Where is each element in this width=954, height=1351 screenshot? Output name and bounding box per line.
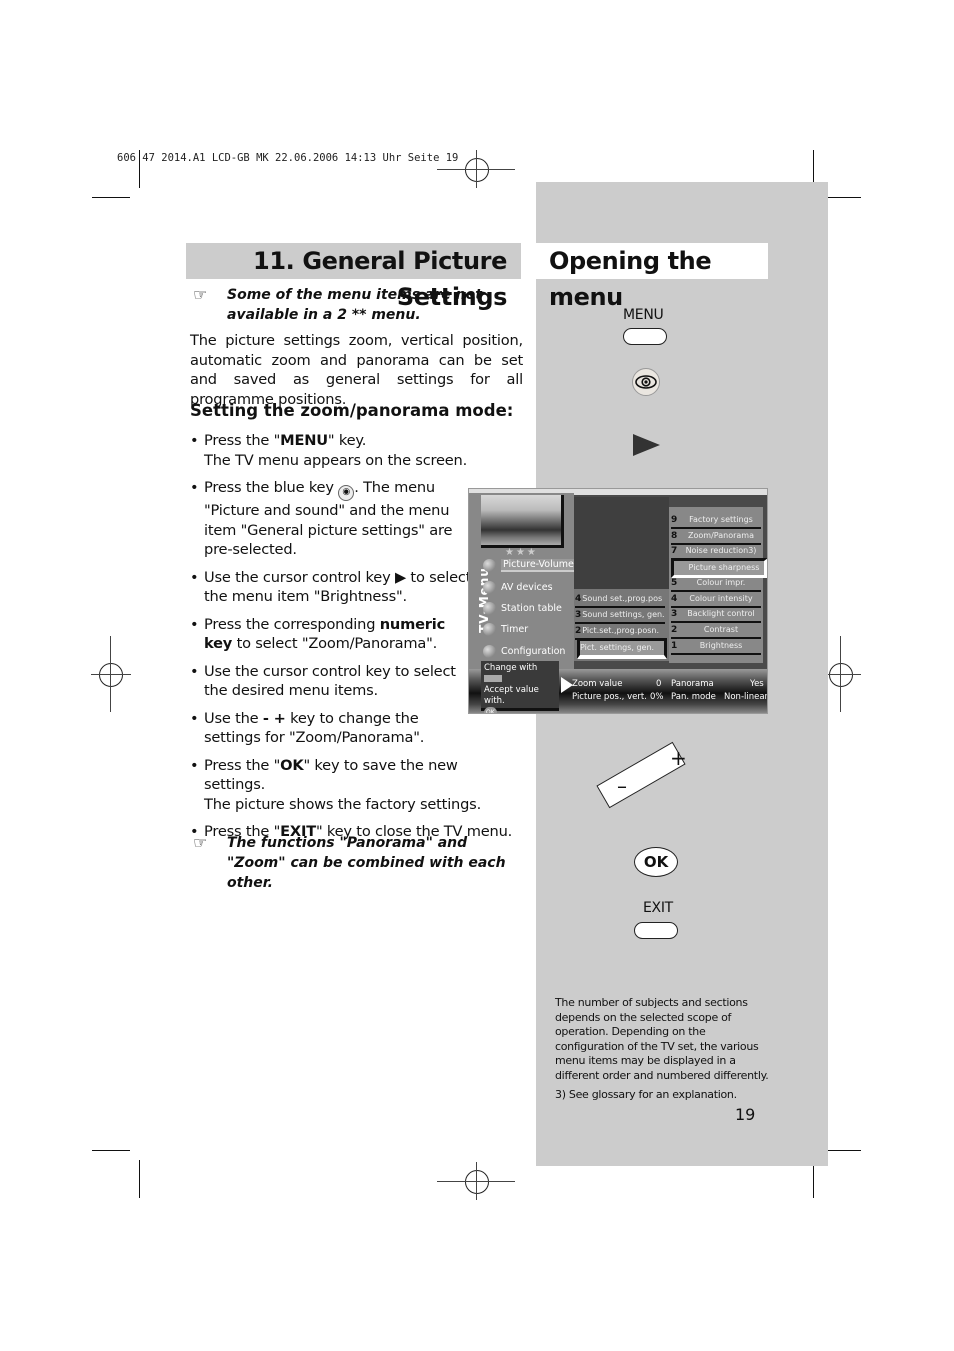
- registration-mark: [465, 1170, 489, 1194]
- tv-main-menu: ★★★ TV-Menu Picture-Volume AV devices St…: [469, 493, 576, 671]
- tv-menu-item[interactable]: Picture-Volume: [483, 559, 576, 572]
- tv-menu-item[interactable]: Station table: [483, 602, 562, 615]
- menu-key[interactable]: [623, 328, 667, 345]
- step-3: Use the cursor control key ▶ to select t…: [190, 568, 474, 607]
- tv-setting-item[interactable]: 3 Backlight control: [671, 607, 761, 623]
- ok-key[interactable]: OK: [634, 847, 678, 877]
- panorama-value: Yes: [750, 679, 764, 689]
- blue-eye-key[interactable]: [632, 368, 660, 396]
- pointing-hand-icon: ☞: [193, 833, 208, 852]
- ball-icon: [483, 623, 496, 636]
- tv-menu-item[interactable]: Configuration: [483, 645, 565, 658]
- tv-submenu-item[interactable]: 4Sound set.,prog.pos: [575, 592, 665, 608]
- step-1: Press the "MENU" key. The TV menu appear…: [190, 431, 520, 470]
- tv-hint-box: Change with Accept value with. OK: [481, 661, 559, 713]
- vertical-position-value: 0%: [650, 692, 664, 702]
- tv-setting-item-selected[interactable]: Picture sharpness: [671, 558, 767, 578]
- crop-mark: [92, 197, 130, 198]
- tv-menu-item[interactable]: Timer: [483, 623, 528, 636]
- panel-title: Opening the menu: [536, 243, 768, 311]
- tv-menu-screenshot: ★★★ TV-Menu Picture-Volume AV devices St…: [468, 488, 768, 714]
- ok-key-icon: OK: [484, 707, 497, 713]
- exit-key-label: EXIT: [643, 900, 673, 916]
- registration-mark: [91, 674, 131, 675]
- tv-setting-item[interactable]: 5 Colour impr.: [671, 576, 761, 592]
- exit-key[interactable]: [634, 922, 678, 939]
- ball-icon: [483, 645, 496, 658]
- pointing-hand-icon: ☞: [193, 285, 208, 304]
- note-bottom: ☞ The functions "Panorama" and "Zoom" ca…: [193, 833, 506, 891]
- tv-setting-item[interactable]: 4 Colour intensity: [671, 592, 761, 608]
- registration-mark: [829, 663, 853, 687]
- ball-icon: [483, 602, 496, 615]
- intro-paragraph: The picture settings zoom, vertical posi…: [190, 332, 523, 408]
- panorama-label: Panorama: [671, 679, 714, 689]
- registration-mark: [476, 1162, 477, 1200]
- note-top: ☞ Some of the menu items are not availab…: [193, 285, 482, 323]
- step-7: Press the "OK" key to save the new setti…: [190, 756, 520, 815]
- crop-mark: [823, 197, 861, 198]
- eye-icon: [635, 375, 657, 389]
- registration-mark: [99, 663, 123, 687]
- registration-mark: [110, 636, 111, 712]
- crop-mark: [139, 150, 140, 188]
- right-arrow-key[interactable]: [633, 434, 660, 456]
- ball-icon: [483, 581, 496, 594]
- step-2: Press the blue key ◉. The menu "Picture …: [190, 478, 454, 560]
- eye-icon: ◉: [338, 485, 355, 501]
- preview-image: [481, 495, 564, 548]
- print-slug: 606 47 2014.A1 LCD-GB MK 22.06.2006 14:1…: [117, 152, 459, 164]
- step-4: Press the corresponding numeric key to s…: [190, 615, 474, 654]
- menu-key-label: MENU: [623, 307, 664, 323]
- minus-sign: –: [617, 774, 627, 798]
- step-6: Use the - + key to change the settings f…: [190, 709, 464, 748]
- tv-menu-item[interactable]: AV devices: [483, 581, 553, 594]
- zoom-value-label: Zoom value: [572, 679, 623, 689]
- tv-setting-item[interactable]: 9 Factory settings: [671, 513, 761, 529]
- right-arrow-icon: ▶: [394, 568, 406, 586]
- zoom-value: 0: [656, 679, 662, 689]
- tv-setting-item[interactable]: 1 Brightness: [671, 639, 761, 655]
- tv-submenu-item[interactable]: 3Sound settings, gen.: [575, 608, 665, 624]
- section-title: 11. General Picture Settings: [186, 243, 521, 311]
- registration-mark: [465, 158, 489, 182]
- ball-icon: [483, 559, 496, 572]
- crop-mark: [139, 1160, 140, 1198]
- page-number: 19: [735, 1105, 756, 1124]
- tv-submenu-item-selected[interactable]: Pict. settings, gen.: [577, 638, 667, 659]
- subheading: Setting the zoom/panorama mode:: [190, 401, 514, 420]
- step-5: Use the cursor control key to select the…: [190, 662, 474, 701]
- footnote: The number of subjects and sections depe…: [555, 996, 769, 1101]
- pan-mode-label: Pan. mode: [671, 692, 716, 702]
- registration-mark: [476, 150, 477, 188]
- vertical-position-label: Picture pos., vert.: [572, 692, 647, 702]
- plus-sign: +: [670, 746, 687, 770]
- registration-mark: [840, 636, 841, 712]
- minus-plus-key-icon: [484, 675, 502, 682]
- crop-mark: [823, 1150, 861, 1151]
- tv-setting-item[interactable]: 2 Contrast: [671, 623, 761, 639]
- pan-mode-value: Non-linear: [724, 692, 768, 702]
- crop-mark: [92, 1150, 130, 1151]
- tv-setting-item[interactable]: 8 Zoom/Panorama: [671, 529, 761, 545]
- stars-icon: ★★★: [505, 547, 538, 558]
